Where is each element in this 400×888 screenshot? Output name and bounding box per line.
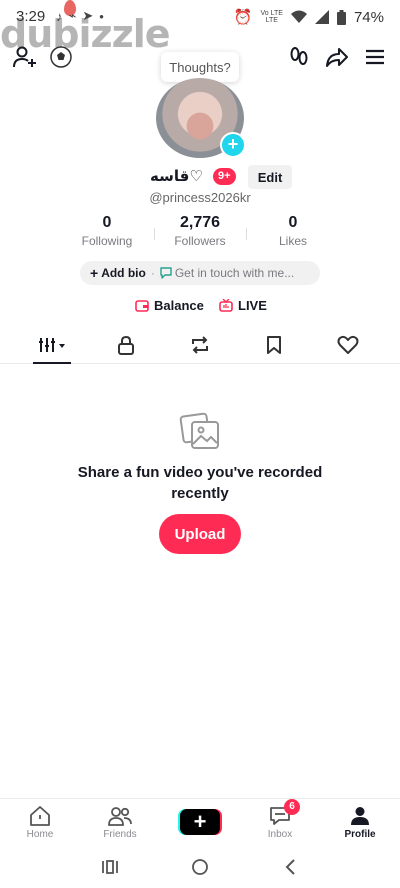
profile-icon	[351, 807, 369, 825]
menu-button[interactable]	[360, 42, 390, 72]
inbox-badge: 6	[284, 799, 300, 815]
thoughts-tooltip-label: Thoughts?	[169, 59, 231, 75]
repost-icon	[192, 336, 208, 354]
recent-apps-icon	[102, 860, 118, 874]
edit-profile-button[interactable]: Edit	[248, 165, 292, 189]
notification-badge[interactable]: 9+	[213, 168, 236, 185]
add-friend-button[interactable]	[10, 42, 40, 72]
heart-icon	[337, 335, 359, 354]
telegram-notification-icon: ➤	[82, 8, 94, 23]
nav-profile-label: Profile	[344, 829, 376, 840]
nav-profile[interactable]: Profile	[330, 805, 390, 840]
balance-label: Balance	[154, 298, 204, 313]
stat-value: 0	[288, 214, 298, 231]
status-time: 3:29	[16, 8, 46, 25]
empty-state-title: Share a fun video you've recorded recent…	[77, 464, 323, 502]
home-circle-icon	[192, 859, 208, 875]
balance-link[interactable]: Balance	[135, 298, 204, 313]
nav-inbox-label: Inbox	[267, 829, 293, 840]
home-system-button[interactable]	[188, 856, 212, 878]
nav-inbox[interactable]: 6 Inbox	[250, 799, 310, 840]
recent-apps-button[interactable]	[98, 856, 122, 878]
tab-favorites[interactable]	[244, 328, 304, 362]
plus-icon: +	[227, 134, 239, 154]
chat-bubble-icon	[160, 267, 172, 279]
get-in-touch-button[interactable]: Get in touch with me...	[175, 266, 294, 280]
bottom-nav: Home Friends + 6 Inbox Profile	[0, 798, 400, 846]
stat-followers[interactable]: 2,776 Followers	[150, 214, 250, 248]
dot-notification-icon: •	[99, 8, 104, 24]
back-button[interactable]	[278, 856, 302, 878]
photo-placeholder-icon	[179, 412, 219, 449]
profile-tabs	[0, 328, 400, 364]
wifi-icon	[290, 10, 307, 23]
soccer-ball-icon	[50, 46, 72, 68]
back-chevron-icon	[285, 859, 295, 875]
tab-liked[interactable]	[318, 328, 378, 362]
stat-label: Following	[81, 234, 133, 248]
stat-likes[interactable]: 0 Likes	[243, 214, 343, 248]
stat-value: 2,776	[179, 214, 221, 231]
upload-button[interactable]: Upload	[159, 514, 241, 554]
status-bar: dubizzle 3:29 ♪ ⌁ ➤ • ⏰ Vo LTE LTE 74%	[0, 0, 400, 56]
bookmark-icon	[267, 336, 281, 354]
live-tv-icon	[219, 299, 233, 312]
soccer-ball-button[interactable]	[46, 42, 76, 72]
share-arrow-icon	[326, 48, 348, 67]
footprints-icon	[290, 47, 308, 65]
tab-videos[interactable]	[22, 328, 82, 362]
add-user-icon	[13, 46, 36, 68]
active-tab-indicator	[33, 362, 71, 364]
stat-following[interactable]: 0 Following	[57, 214, 157, 248]
username: @princess2026kr	[149, 190, 251, 205]
plus-icon: +	[90, 265, 99, 281]
network-type-bottom: LTE	[265, 17, 278, 24]
wallet-icon	[135, 299, 149, 312]
tiktok-notification-icon: ♪	[56, 8, 63, 24]
stat-value: 0	[102, 214, 112, 231]
signal-icon	[314, 10, 329, 24]
bio-pill: + Add bio · Get in touch with me...	[80, 261, 320, 285]
tab-private[interactable]	[96, 328, 156, 362]
lock-icon	[118, 335, 134, 355]
live-label: LIVE	[238, 298, 267, 313]
messenger-notification-icon: ⌁	[68, 8, 77, 23]
tab-reposts[interactable]	[170, 328, 230, 362]
stat-label: Followers	[174, 234, 226, 248]
display-name: قاسه♡	[150, 168, 203, 185]
add-bio-button[interactable]: Add bio	[101, 266, 146, 280]
create-button[interactable]: +	[178, 809, 222, 835]
footprints-button[interactable]	[284, 42, 314, 72]
upload-label: Upload	[174, 525, 226, 543]
share-button[interactable]	[322, 42, 352, 72]
dot-separator: ·	[150, 266, 155, 280]
links-row: Balance LIVE	[0, 298, 400, 318]
home-icon	[30, 806, 50, 826]
nav-home[interactable]: Home	[10, 805, 70, 840]
videos-grid-icon	[39, 338, 65, 352]
live-link[interactable]: LIVE	[219, 298, 267, 313]
stats-row: 0 Following 2,776 Followers 0 Likes	[0, 214, 400, 254]
alarm-icon: ⏰	[233, 9, 253, 26]
name-row: قاسه♡ 9+ Edit	[0, 165, 400, 189]
hamburger-menu-icon	[366, 49, 384, 65]
network-type-top: Vo LTE	[260, 10, 283, 17]
add-avatar-button[interactable]: +	[220, 132, 246, 158]
battery-icon	[336, 9, 346, 25]
nav-friends-label: Friends	[103, 829, 137, 840]
friends-icon	[108, 807, 132, 826]
plus-icon: +	[180, 809, 220, 835]
stat-label: Likes	[278, 234, 307, 248]
edit-profile-label: Edit	[257, 169, 283, 185]
nav-home-label: Home	[26, 829, 54, 840]
nav-friends[interactable]: Friends	[90, 805, 150, 840]
system-nav-bar	[0, 846, 400, 888]
battery-level: 74%	[353, 8, 384, 26]
